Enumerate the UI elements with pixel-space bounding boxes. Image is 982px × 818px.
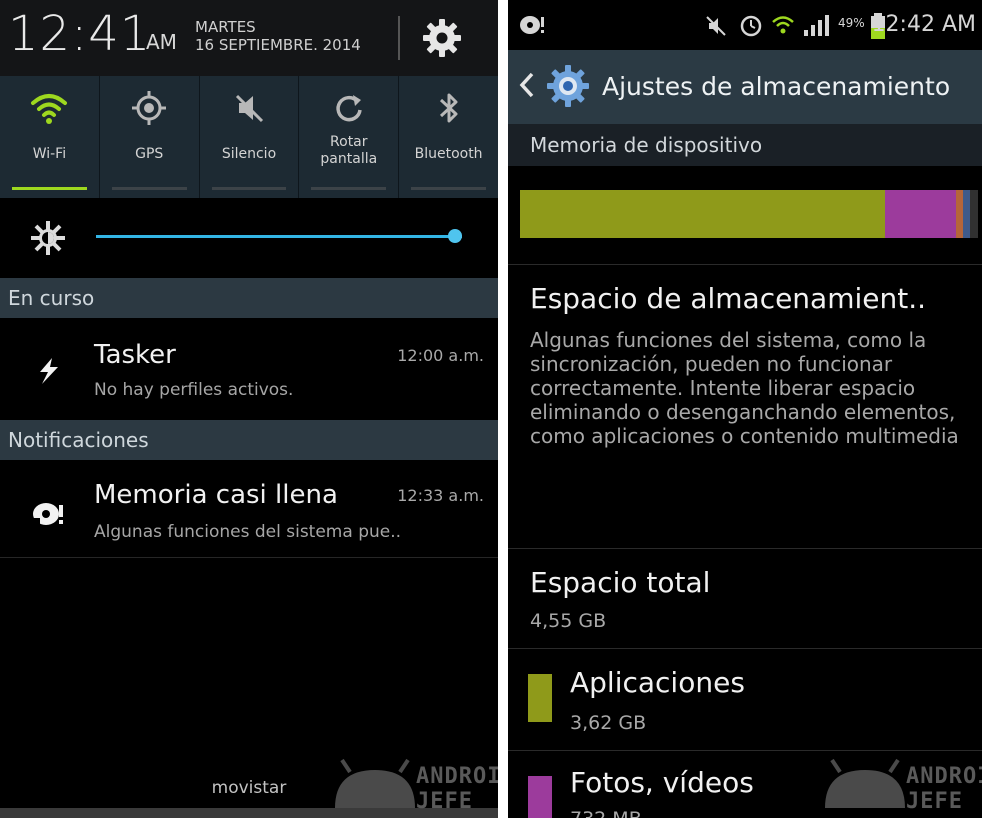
tasker-icon: [40, 358, 58, 384]
qs-label-rotar: Rotar pantalla: [299, 134, 398, 168]
page-title: Ajustes de almacenamiento: [602, 72, 951, 101]
brightness-icon: [31, 221, 65, 255]
mute-icon: [706, 16, 726, 36]
qs-label-silencio: Silencio: [221, 146, 277, 162]
android-logo-icon: [825, 758, 905, 808]
bluetooth-icon: [439, 93, 458, 123]
notification-text: No hay perfiles activos.: [94, 380, 294, 400]
usage-segment: [520, 190, 885, 238]
usage-segment: [956, 190, 963, 238]
qs-indicator-rotar: [311, 187, 387, 190]
storage-warning-icon: [32, 503, 63, 526]
watermark-text: ANDROID JEFE: [416, 764, 498, 814]
usage-segment: [885, 190, 956, 238]
brightness-slider-thumb[interactable]: [447, 229, 462, 243]
list-divider: [508, 548, 982, 549]
mute-icon: [235, 94, 264, 123]
rotate-icon: [336, 95, 362, 122]
qs-tile-rotar[interactable]: Rotar pantalla: [299, 76, 400, 198]
total-space-label: Espacio total: [530, 566, 711, 599]
apps-label: Aplicaciones: [570, 666, 745, 699]
storage-usage-bar: [520, 190, 978, 238]
qs-indicator-bluetooth: [411, 187, 486, 190]
watermark-logo: ANDROID JEFE: [330, 750, 498, 814]
watermark-logo: ANDROID JEFE: [820, 750, 982, 814]
notification-tasker[interactable]: Tasker 12:00 a.m. No hay perfiles activo…: [0, 318, 498, 418]
qs-label-bluetooth: Bluetooth: [414, 146, 483, 162]
wifi-icon: [772, 16, 794, 34]
clock-ampm: AM: [146, 30, 177, 54]
list-divider: [508, 648, 982, 649]
notification-memory[interactable]: Memoria casi llena 12:33 a.m. Algunas fu…: [0, 460, 498, 556]
storage-warning-icon: [520, 16, 544, 34]
gps-icon: [132, 91, 167, 125]
battery-percent: 49%: [838, 16, 865, 30]
quick-settings: Wi-Fi GPS Silencio Rotar pantalla Blueto…: [0, 76, 498, 198]
notification-shade: 12:41 AM MARTES 16 SEPTIEMBRE. 2014 Wi-F…: [0, 0, 498, 818]
list-divider: [508, 264, 982, 265]
apps-value: 3,62 GB: [570, 712, 647, 734]
qs-label-gps: GPS: [135, 146, 164, 162]
wifi-icon: [31, 94, 68, 124]
status-time: 12:42 AM: [871, 12, 976, 37]
list-divider: [0, 557, 498, 558]
shade-header: 12:41 AM MARTES 16 SEPTIEMBRE. 2014: [0, 0, 498, 76]
date-full: 16 SEPTIEMBRE. 2014: [195, 36, 361, 54]
notification-time: 12:00 a.m.: [397, 346, 484, 365]
qs-indicator-wifi: [12, 187, 87, 190]
qs-label-rotar-line1: Rotar: [330, 134, 368, 150]
section-header-device-memory: Memoria de dispositivo: [508, 124, 982, 166]
qs-tile-wifi[interactable]: Wi-Fi: [0, 76, 100, 198]
section-header-notifications: Notificaciones: [0, 420, 498, 460]
qs-tile-gps[interactable]: GPS: [100, 76, 200, 198]
total-space-value: 4,55 GB: [530, 610, 607, 632]
action-bar: Ajustes de almacenamiento: [508, 50, 982, 124]
media-color-swatch: [528, 776, 552, 818]
watermark-text: ANDROID JEFE: [906, 764, 982, 814]
date-day: MARTES: [195, 18, 256, 36]
qs-indicator-gps: [111, 187, 187, 190]
apps-color-swatch: [528, 674, 552, 722]
notification-title: Tasker: [94, 340, 176, 370]
media-label: Fotos, vídeos: [570, 766, 754, 799]
alarm-icon: [740, 15, 762, 37]
notification-text: Algunas funciones del sistema pue..: [94, 522, 402, 542]
usage-segment: [963, 190, 970, 238]
qs-label-wifi: Wi-Fi: [32, 146, 67, 162]
warning-text: Algunas funciones del sistema, como la s…: [530, 328, 959, 448]
media-value: 732 MB: [570, 808, 642, 818]
status-bar: 49% 12:42 AM: [508, 0, 982, 50]
settings-app-icon[interactable]: [544, 62, 592, 110]
notification-title: Memoria casi llena: [94, 480, 338, 510]
storage-settings-screen: 49% 12:42 AM Ajustes de almacenamiento M…: [508, 0, 982, 818]
warning-title: Espacio de almacenamient..: [530, 282, 927, 315]
clock-time: 12:41: [8, 6, 152, 62]
qs-indicator-silencio: [211, 187, 287, 190]
brightness-row: [0, 198, 498, 278]
signal-icon: [804, 15, 829, 36]
header-divider: [398, 16, 400, 60]
qs-tile-silencio[interactable]: Silencio: [200, 76, 300, 198]
back-chevron-icon[interactable]: [516, 70, 538, 100]
section-header-ongoing: En curso: [0, 278, 498, 318]
notification-time: 12:33 a.m.: [397, 486, 484, 505]
brightness-slider[interactable]: [96, 235, 462, 238]
android-logo-icon: [335, 758, 415, 808]
qs-label-rotar-line2: pantalla: [320, 151, 378, 167]
qs-tile-bluetooth[interactable]: Bluetooth: [399, 76, 498, 198]
settings-gear-icon[interactable]: [420, 16, 464, 60]
